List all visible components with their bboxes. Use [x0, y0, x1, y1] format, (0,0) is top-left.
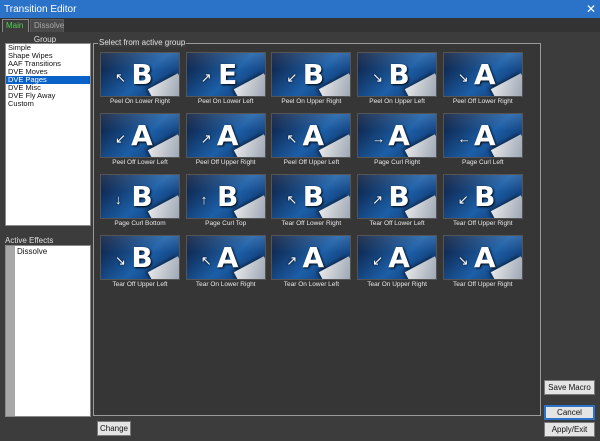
- transition-grid: B ↖ Peel On Lower Right E ↗ Peel On Lower Lef…: [93, 43, 541, 416]
- transition-tile[interactable]: A ↖ Peel Off Upper Left: [271, 113, 352, 166]
- direction-arrow-icon: ↖: [286, 192, 298, 207]
- transition-caption: Tear On Lower Left: [283, 281, 340, 288]
- tab-dissolve[interactable]: Dissolve: [30, 19, 64, 32]
- group-item[interactable]: Custom: [6, 100, 90, 108]
- transition-caption: Page Curl Bottom: [114, 220, 166, 227]
- save-macro-button[interactable]: Save Macro: [544, 380, 595, 395]
- direction-arrow-icon: ↘: [457, 70, 469, 85]
- transition-tile[interactable]: A ↘ Peel Off Lower Right: [442, 52, 523, 105]
- transition-tile[interactable]: B ↙ Tear Off Upper Right: [442, 174, 523, 227]
- transition-tile[interactable]: B ↑ Page Curl Top: [185, 174, 266, 227]
- tab-main[interactable]: Main: [2, 19, 29, 32]
- transition-caption: Tear Off Upper Right: [453, 281, 513, 288]
- transition-caption: Tear Off Upper Right: [453, 220, 513, 227]
- cancel-button[interactable]: Cancel: [544, 405, 595, 420]
- transition-caption: Tear Off Upper Left: [112, 281, 168, 288]
- transition-thumbnail[interactable]: A ↘: [442, 235, 523, 280]
- direction-arrow-icon: ↘: [115, 253, 126, 268]
- direction-arrow-icon: ↓: [115, 192, 122, 207]
- transition-thumbnail[interactable]: B ↓: [100, 174, 180, 219]
- group-list[interactable]: Simple Shape Wipes AAF Transitions DVE Move…: [5, 43, 91, 226]
- transition-thumbnail[interactable]: B ↘: [357, 52, 438, 97]
- transition-caption: Peel On Upper Left: [369, 98, 425, 105]
- title-bar: Transition Editor ✕: [0, 0, 600, 18]
- direction-arrow-icon: ↗: [200, 70, 212, 85]
- transition-tile[interactable]: A → Page Curl Right: [357, 113, 438, 166]
- transition-tile[interactable]: B ↙ Peel On Upper Right: [271, 52, 352, 105]
- transition-caption: Tear Off Lower Left: [369, 220, 425, 227]
- transition-tile[interactable]: B ↓ Page Curl Bottom: [100, 174, 180, 227]
- transition-caption: Peel On Lower Left: [197, 98, 254, 105]
- direction-arrow-icon: ←: [457, 131, 471, 146]
- transition-thumbnail[interactable]: B ↖: [100, 52, 180, 97]
- transition-thumbnail[interactable]: A ↖: [185, 235, 266, 280]
- transition-caption: Peel Off Upper Right: [195, 159, 256, 166]
- direction-arrow-icon: ↖: [200, 253, 212, 268]
- active-effects-strip: [6, 246, 15, 416]
- transition-caption: Tear On Lower Right: [195, 281, 256, 288]
- direction-arrow-icon: ↗: [286, 253, 298, 268]
- transition-tile[interactable]: A ↖ Tear On Lower Right: [185, 235, 266, 288]
- direction-arrow-icon: ↗: [200, 131, 212, 146]
- active-effects-list[interactable]: Dissolve: [5, 245, 91, 417]
- transition-tile[interactable]: A ↗ Tear On Lower Left: [271, 235, 352, 288]
- transition-caption: Peel Off Upper Left: [283, 159, 340, 166]
- transition-thumbnail[interactable]: A ↗: [185, 113, 266, 158]
- transition-thumbnail[interactable]: A ←: [442, 113, 523, 158]
- close-icon[interactable]: ✕: [582, 2, 600, 16]
- transition-tile[interactable]: B ↖ Tear Off Lower Right: [271, 174, 352, 227]
- transition-tile[interactable]: A ↙ Peel Off Lower Left: [100, 113, 180, 166]
- transition-tile[interactable]: A ↘ Tear Off Upper Right: [442, 235, 523, 288]
- transition-caption: Page Curl Right: [374, 159, 421, 166]
- transition-tile[interactable]: B ↘ Tear Off Upper Left: [100, 235, 180, 288]
- transition-caption: Page Curl Top: [205, 220, 247, 227]
- transition-thumbnail[interactable]: B ↙: [271, 52, 352, 97]
- transition-tile[interactable]: A ↙ Tear On Upper Right: [357, 235, 438, 288]
- transition-thumbnail[interactable]: A ↗: [271, 235, 352, 280]
- window-title: Transition Editor: [4, 3, 77, 15]
- transition-tile[interactable]: A ← Page Curl Left: [442, 113, 523, 166]
- active-effects-label: Active Effects: [5, 236, 54, 245]
- direction-arrow-icon: ↙: [372, 253, 383, 268]
- transition-tile[interactable]: B ↖ Peel On Lower Right: [100, 52, 180, 105]
- active-effect-item[interactable]: Dissolve: [17, 247, 47, 256]
- transition-thumbnail[interactable]: A ↘: [442, 52, 523, 97]
- direction-arrow-icon: ↖: [286, 131, 298, 146]
- transition-tile[interactable]: A ↗ Peel Off Upper Right: [185, 113, 266, 166]
- transition-caption: Peel Off Lower Right: [452, 98, 513, 105]
- transition-caption: Peel Off Lower Left: [112, 159, 168, 166]
- change-button[interactable]: Change: [97, 421, 131, 436]
- transition-caption: Peel On Lower Right: [110, 98, 170, 105]
- tab-bar: Main Dissolve: [0, 18, 600, 32]
- transition-caption: Page Curl Left: [462, 159, 504, 166]
- transition-thumbnail[interactable]: E ↗: [185, 52, 266, 97]
- transition-tile[interactable]: B ↘ Peel On Upper Left: [357, 52, 438, 105]
- grid-label: Select from active group: [98, 38, 187, 47]
- transition-thumbnail[interactable]: B ↘: [100, 235, 180, 280]
- transition-caption: Peel On Upper Right: [281, 98, 342, 105]
- transition-thumbnail[interactable]: A ↙: [357, 235, 438, 280]
- transition-thumbnail[interactable]: B ↙: [442, 174, 523, 219]
- transition-thumbnail[interactable]: A ↖: [271, 113, 352, 158]
- transition-thumbnail[interactable]: B ↖: [271, 174, 352, 219]
- direction-arrow-icon: ↘: [372, 70, 383, 85]
- transition-caption: Tear Off Lower Right: [281, 220, 342, 227]
- direction-arrow-icon: ↙: [457, 192, 469, 207]
- direction-arrow-icon: ↙: [286, 70, 298, 85]
- direction-arrow-icon: →: [372, 131, 386, 146]
- direction-arrow-icon: ↘: [457, 253, 469, 268]
- direction-arrow-icon: ↑: [200, 192, 208, 207]
- transition-tile[interactable]: B ↗ Tear Off Lower Left: [357, 174, 438, 227]
- transition-caption: Tear On Upper Right: [367, 281, 427, 288]
- transition-tile[interactable]: E ↗ Peel On Lower Left: [185, 52, 266, 105]
- apply-exit-button[interactable]: Apply/Exit: [544, 422, 595, 437]
- transition-thumbnail[interactable]: B ↗: [357, 174, 438, 219]
- direction-arrow-icon: ↖: [115, 70, 126, 85]
- transition-thumbnail[interactable]: B ↑: [185, 174, 266, 219]
- direction-arrow-icon: ↗: [372, 192, 383, 207]
- transition-thumbnail[interactable]: A ↙: [100, 113, 180, 158]
- transition-thumbnail[interactable]: A →: [357, 113, 438, 158]
- direction-arrow-icon: ↙: [115, 131, 126, 146]
